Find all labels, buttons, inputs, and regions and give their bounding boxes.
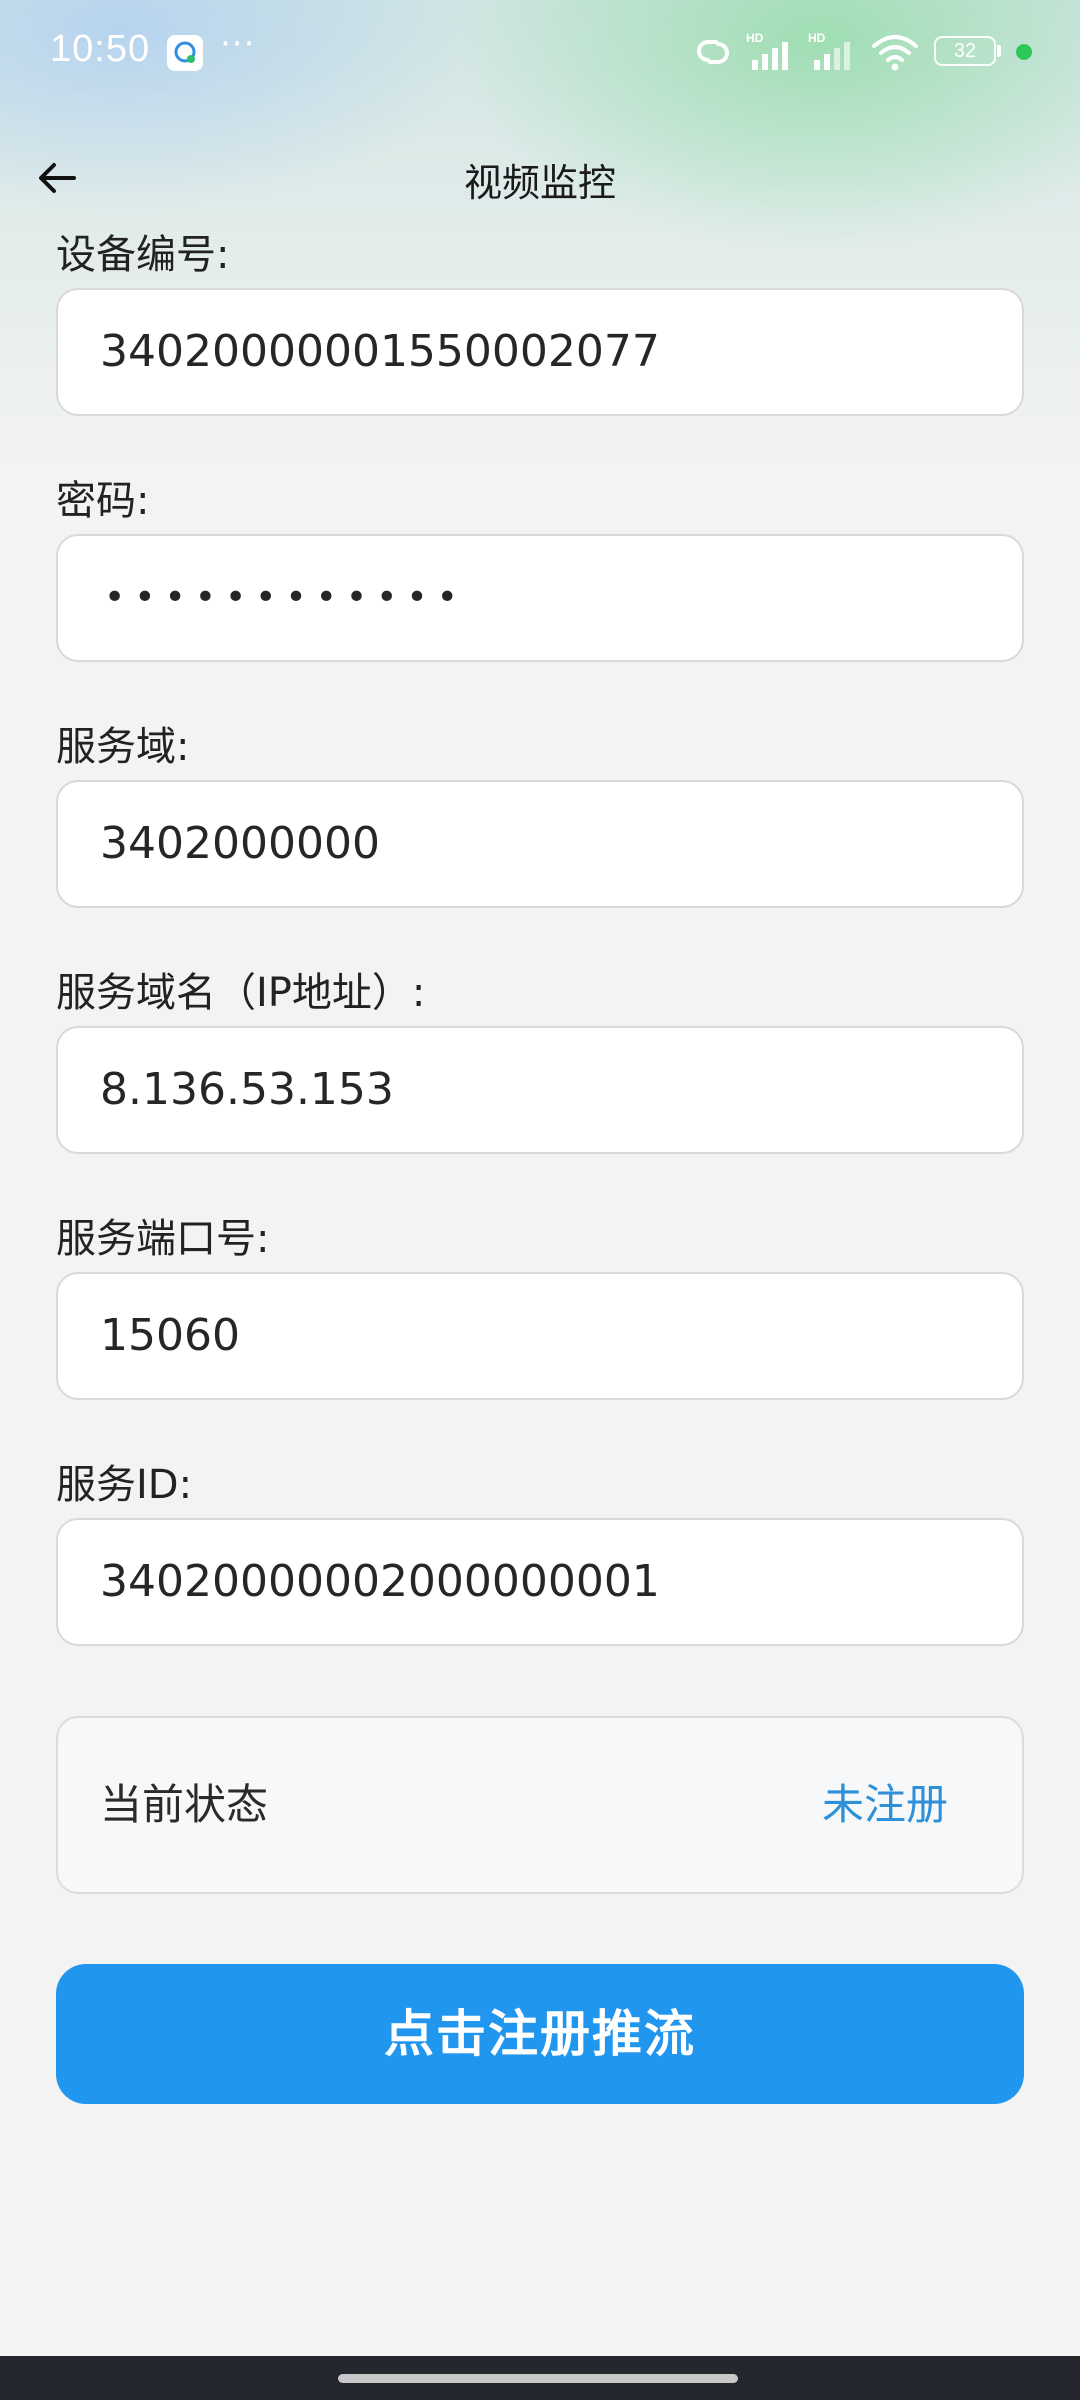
password-field[interactable]: •••••••••••• <box>56 534 1024 662</box>
status-icons: HD HD 32 <box>690 30 1050 74</box>
service-domain-field[interactable]: 3402000000 <box>56 780 1024 908</box>
service-port-value: 15060 <box>100 1310 240 1361</box>
status-label: 当前状态 <box>100 1780 269 1829</box>
hotspot-link-icon <box>690 30 736 78</box>
password-label: 密码: <box>56 478 150 524</box>
device-id-label: 设备编号: <box>56 232 230 278</box>
service-host-label: 服务域名（IP地址）: <box>56 970 426 1016</box>
registration-status-card: 当前状态 未注册 <box>56 1716 1024 1894</box>
hd-signal-icon: HD <box>808 30 860 78</box>
status-bar: 10:50 ··· HD HD 32 <box>0 0 1080 104</box>
status-value: 未注册 <box>821 1780 948 1829</box>
home-indicator[interactable] <box>338 2374 738 2383</box>
hd-signal-icon: HD <box>746 30 798 78</box>
service-id-label: 服务ID: <box>56 1462 193 1508</box>
register-stream-button[interactable]: 点击注册推流 <box>56 1964 1024 2104</box>
status-time: 10:50 <box>50 28 151 70</box>
device-id-field[interactable]: 34020000001550002077 <box>56 288 1024 416</box>
service-host-field[interactable]: 8.136.53.153 <box>56 1026 1024 1154</box>
wifi-icon <box>870 30 920 78</box>
navigation-bar <box>0 2356 1080 2400</box>
password-value: •••••••••••• <box>104 577 467 618</box>
device-id-value: 34020000001550002077 <box>100 326 660 377</box>
battery-tip <box>997 45 1001 57</box>
svg-text:HD: HD <box>746 31 764 45</box>
green-dot-indicator <box>1016 44 1032 60</box>
page-title: 视频监控 <box>463 161 616 205</box>
service-host-value: 8.136.53.153 <box>100 1064 394 1115</box>
service-id-value: 34020000002000000001 <box>100 1556 660 1607</box>
more-notifications-icon: ··· <box>220 24 256 64</box>
battery-level: 32 <box>934 36 996 66</box>
service-domain-value: 3402000000 <box>100 818 380 869</box>
service-port-field[interactable]: 15060 <box>56 1272 1024 1400</box>
title-bar: 视频监控 <box>0 130 1080 226</box>
app-screen: 10:50 ··· HD HD 32 视频监控 设备编号: 3402000000… <box>0 0 1080 2400</box>
battery-icon: 32 <box>934 30 1034 74</box>
service-id-field[interactable]: 34020000002000000001 <box>56 1518 1024 1646</box>
service-port-label: 服务端口号: <box>56 1216 270 1262</box>
service-domain-label: 服务域: <box>56 724 190 770</box>
app-notification-icon <box>167 35 203 71</box>
svg-text:HD: HD <box>808 31 826 45</box>
